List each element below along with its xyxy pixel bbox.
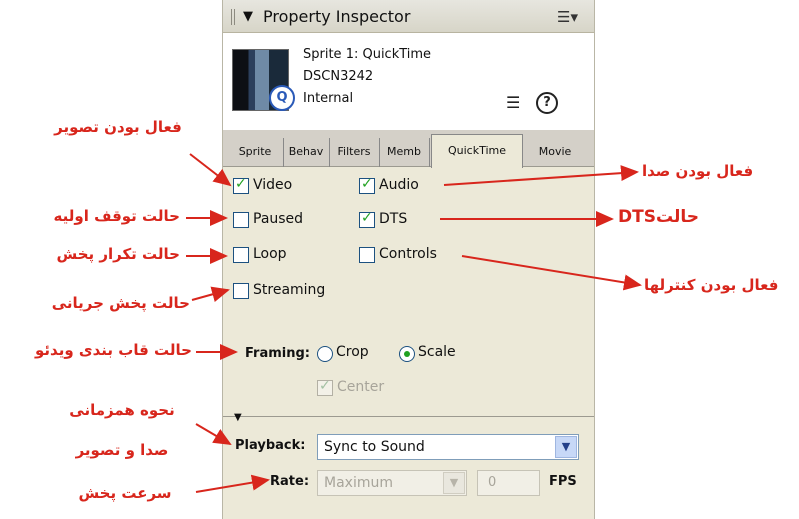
annotation-video: فعال بودن تصویر (54, 118, 182, 136)
arrow-audio (443, 165, 639, 186)
annotation-dts: حالتDTS (618, 207, 699, 227)
annotation-rate: سرعت پخش (78, 484, 172, 502)
arrow-playback (195, 423, 232, 446)
arrow-controls (461, 255, 642, 291)
arrow-rate (195, 474, 270, 493)
annotation-streaming: حالت پخش جریانی (51, 294, 190, 312)
annotation-audio: فعال بودن صدا (642, 162, 754, 180)
annotation-playback-line2: صدا و تصویر (75, 441, 169, 459)
annotation-controls: فعال بودن کنترلها (644, 276, 779, 294)
annotation-paused: حالت توقف اولیه (53, 207, 180, 225)
annotation-loop: حالت تکرار پخش (56, 245, 180, 263)
annotation-playback-line1: نحوه همزمانی (69, 401, 175, 419)
arrow-video (189, 153, 232, 187)
annotation-framing: حالت قاب بندی ویدئو (35, 341, 192, 359)
arrow-streaming (191, 286, 230, 302)
